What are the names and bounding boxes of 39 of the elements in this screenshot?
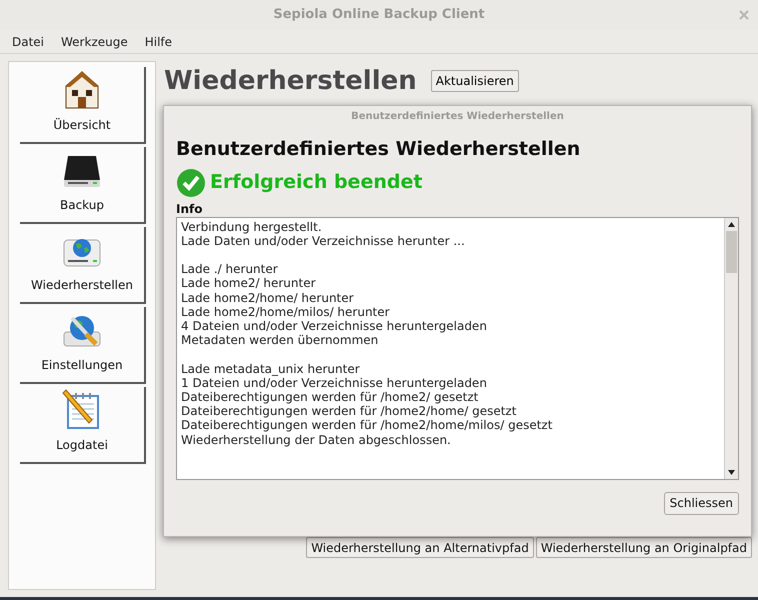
scroll-thumb[interactable] — [726, 230, 737, 272]
restore-button[interactable]: Wiederherstellung an Originalpfad — [536, 537, 752, 558]
log-line: Wiederherstellung der Daten abgeschlossen. — [181, 432, 452, 447]
log-line: Lade home2/home/ herunter — [181, 290, 355, 305]
sidebar-item[interactable]: Übersicht — [20, 67, 146, 144]
house-icon — [64, 70, 100, 110]
menu-item[interactable]: Datei — [12, 32, 44, 50]
restore-button[interactable]: Wiederherstellung an Alternativpfad — [306, 537, 534, 558]
log-line: Lade home2/ herunter — [181, 276, 317, 290]
log-line: Lade Daten und/oder Verzeichnisse herunter ... — [181, 234, 466, 248]
window-title: Sepiola Online Backup Client — [273, 6, 485, 24]
log-line: Verbindung hergestellt. — [181, 220, 323, 234]
log-line: Lade ./ herunter — [181, 262, 279, 276]
page-heading: Wiederherstellen — [164, 64, 417, 98]
status-text: Erfolgreich beendet — [210, 170, 422, 196]
log-line: Dateiberechtigungen werden für /home2/home/milos/ gesetzt — [181, 418, 554, 433]
refresh-button[interactable]: Aktualisieren — [430, 70, 519, 92]
log-line: Lade metadata_unix herunter — [181, 362, 361, 376]
sidebar-item[interactable]: Einstellungen — [20, 307, 146, 384]
log-line: Metadaten werden übernommen — [181, 333, 380, 348]
log-line: Dateiberechtigungen werden für /home2/ gesetzt — [181, 390, 480, 404]
check-icon — [176, 168, 206, 198]
menu-item[interactable]: Werkzeuge — [61, 32, 128, 50]
log-line: 1 Dateien und/oder Verzeichnisse heruntergeladen — [181, 376, 488, 390]
close-button[interactable]: Schliessen — [664, 492, 739, 514]
hard-drive-icon — [62, 154, 102, 190]
log-line: Lade home2/home/milos/ herunter — [181, 304, 391, 319]
log-line: 4 Dateien und/oder Verzeichnisse heruntergeladen — [181, 318, 488, 334]
dialog-title: Benutzerdefiniertes Wiederherstellen — [351, 110, 564, 124]
sidebar-item[interactable]: Logdatei — [20, 387, 146, 464]
notepad-pencil-icon — [62, 388, 102, 430]
scrollbar[interactable] — [724, 218, 738, 478]
sidebar-item[interactable]: Wiederherstellen — [20, 227, 146, 304]
sidebar-item[interactable]: Backup — [20, 147, 146, 224]
dialog-heading: Benutzerdefiniertes Wiederherstellen — [176, 137, 582, 162]
log-line: Dateiberechtigungen werden für /home2/home/ gesetzt — [181, 404, 518, 418]
info-label: Info — [176, 202, 204, 216]
log-text-area[interactable] — [176, 216, 739, 480]
menu-item[interactable]: Hilfe — [144, 32, 172, 50]
